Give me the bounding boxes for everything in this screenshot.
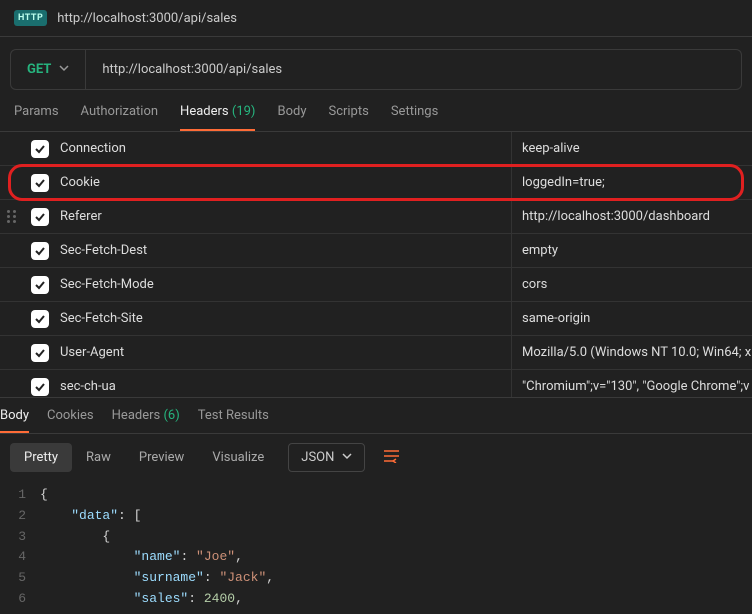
code-line: 1{ <box>0 485 752 506</box>
header-key[interactable]: Cookie <box>56 166 512 199</box>
header-key[interactable]: Sec-Fetch-Mode <box>56 268 512 301</box>
response-format-label: JSON <box>301 450 334 465</box>
header-enabled-checkbox[interactable] <box>24 242 56 260</box>
header-row[interactable]: Sec-Fetch-Destempty <box>0 234 752 268</box>
header-row[interactable]: sec-ch-ua"Chromium";v="130", "Google Chr… <box>0 370 752 397</box>
header-row[interactable]: Connectionkeep-alive <box>0 132 752 166</box>
request-url-bar: GET http://localhost:3000/api/sales <box>10 49 742 90</box>
tab-params[interactable]: Params <box>14 104 59 131</box>
header-value[interactable]: same-origin <box>512 311 752 326</box>
header-row[interactable]: Sec-Fetch-Sitesame-origin <box>0 302 752 336</box>
wrap-lines-icon[interactable] <box>377 442 407 473</box>
headers-table: Connectionkeep-aliveCookieloggedIn=true;… <box>0 132 752 397</box>
header-key[interactable]: Sec-Fetch-Dest <box>56 234 512 267</box>
response-tab-test-results[interactable]: Test Results <box>198 408 269 433</box>
header-enabled-checkbox[interactable] <box>24 208 56 226</box>
view-visualize-button[interactable]: Visualize <box>198 443 278 472</box>
tab-headers-count: (19) <box>232 104 256 119</box>
header-value[interactable]: cors <box>512 277 752 292</box>
chevron-down-icon <box>342 450 352 465</box>
response-tab-headers[interactable]: Headers (6) <box>112 408 180 433</box>
code-content: { <box>40 485 48 506</box>
header-value[interactable]: loggedIn=true; <box>512 175 752 190</box>
line-number: 6 <box>0 589 40 610</box>
http-method-select[interactable]: GET <box>11 50 86 89</box>
code-content: "surname": "Jack", <box>40 568 274 589</box>
header-key[interactable]: User-Agent <box>56 336 512 369</box>
code-content: "name": "Joe", <box>40 547 243 568</box>
header-key[interactable]: Sec-Fetch-Site <box>56 302 512 335</box>
tab-headers[interactable]: Headers (19) <box>180 104 255 131</box>
header-enabled-checkbox[interactable] <box>24 310 56 328</box>
tab-scripts[interactable]: Scripts <box>328 104 368 131</box>
header-key[interactable]: Connection <box>56 132 512 165</box>
header-value[interactable]: http://localhost:3000/dashboard <box>512 209 752 224</box>
code-content: { <box>40 527 110 548</box>
response-tab-headers-count: (6) <box>163 408 179 423</box>
code-line: 6 "sales": 2400, <box>0 589 752 610</box>
response-tabs: Body Cookies Headers (6) Test Results <box>0 397 752 434</box>
header-row[interactable]: CookieloggedIn=true; <box>0 166 752 200</box>
header-enabled-checkbox[interactable] <box>24 140 56 158</box>
view-preview-button[interactable]: Preview <box>125 443 198 472</box>
code-line: 2 "data": [ <box>0 506 752 527</box>
line-number: 1 <box>0 485 40 506</box>
header-enabled-checkbox[interactable] <box>24 174 56 192</box>
tab-headers-label: Headers <box>180 104 229 119</box>
code-line: 3 { <box>0 527 752 548</box>
code-content: "data": [ <box>40 506 141 527</box>
response-tab-body[interactable]: Body <box>0 408 29 433</box>
response-tab-cookies[interactable]: Cookies <box>47 408 94 433</box>
line-number: 3 <box>0 527 40 548</box>
header-enabled-checkbox[interactable] <box>24 276 56 294</box>
response-view-toolbar: Pretty Raw Preview Visualize JSON <box>0 434 752 481</box>
header-key[interactable]: Referer <box>56 200 512 233</box>
chevron-down-icon <box>59 63 69 76</box>
response-tab-headers-label: Headers <box>112 408 161 423</box>
code-line: 5 "surname": "Jack", <box>0 568 752 589</box>
header-row[interactable]: Refererhttp://localhost:3000/dashboard <box>0 200 752 234</box>
header-value[interactable]: Mozilla/5.0 (Windows NT 10.0; Win64; x6 <box>512 345 752 360</box>
line-number: 4 <box>0 547 40 568</box>
header-enabled-checkbox[interactable] <box>24 378 56 396</box>
code-content: "sales": 2400, <box>40 589 243 610</box>
response-format-select[interactable]: JSON <box>288 443 365 472</box>
tab-title[interactable]: http://localhost:3000/api/sales <box>57 11 237 26</box>
request-tabs: Params Authorization Headers (19) Body S… <box>0 90 752 132</box>
header-value[interactable]: empty <box>512 243 752 258</box>
header-value[interactable]: keep-alive <box>512 141 752 156</box>
drag-handle-icon[interactable] <box>0 210 24 223</box>
code-line: 4 "name": "Joe", <box>0 547 752 568</box>
tab-settings[interactable]: Settings <box>391 104 438 131</box>
line-number: 2 <box>0 506 40 527</box>
tab-bar: HTTP http://localhost:3000/api/sales <box>0 0 752 37</box>
response-body-code[interactable]: 1{2 "data": [3 {4 "name": "Joe",5 "surna… <box>0 481 752 614</box>
tab-authorization[interactable]: Authorization <box>81 104 159 131</box>
view-pretty-button[interactable]: Pretty <box>10 443 72 472</box>
http-method-label: GET <box>27 62 51 77</box>
header-row[interactable]: Sec-Fetch-Modecors <box>0 268 752 302</box>
http-method-icon: HTTP <box>14 10 47 26</box>
request-url-input[interactable]: http://localhost:3000/api/sales <box>86 50 741 89</box>
line-number: 5 <box>0 568 40 589</box>
view-raw-button[interactable]: Raw <box>72 443 125 472</box>
header-key[interactable]: sec-ch-ua <box>56 370 512 397</box>
header-value[interactable]: "Chromium";v="130", "Google Chrome";v <box>512 379 752 394</box>
header-enabled-checkbox[interactable] <box>24 344 56 362</box>
tab-body[interactable]: Body <box>277 104 306 131</box>
header-row[interactable]: User-AgentMozilla/5.0 (Windows NT 10.0; … <box>0 336 752 370</box>
